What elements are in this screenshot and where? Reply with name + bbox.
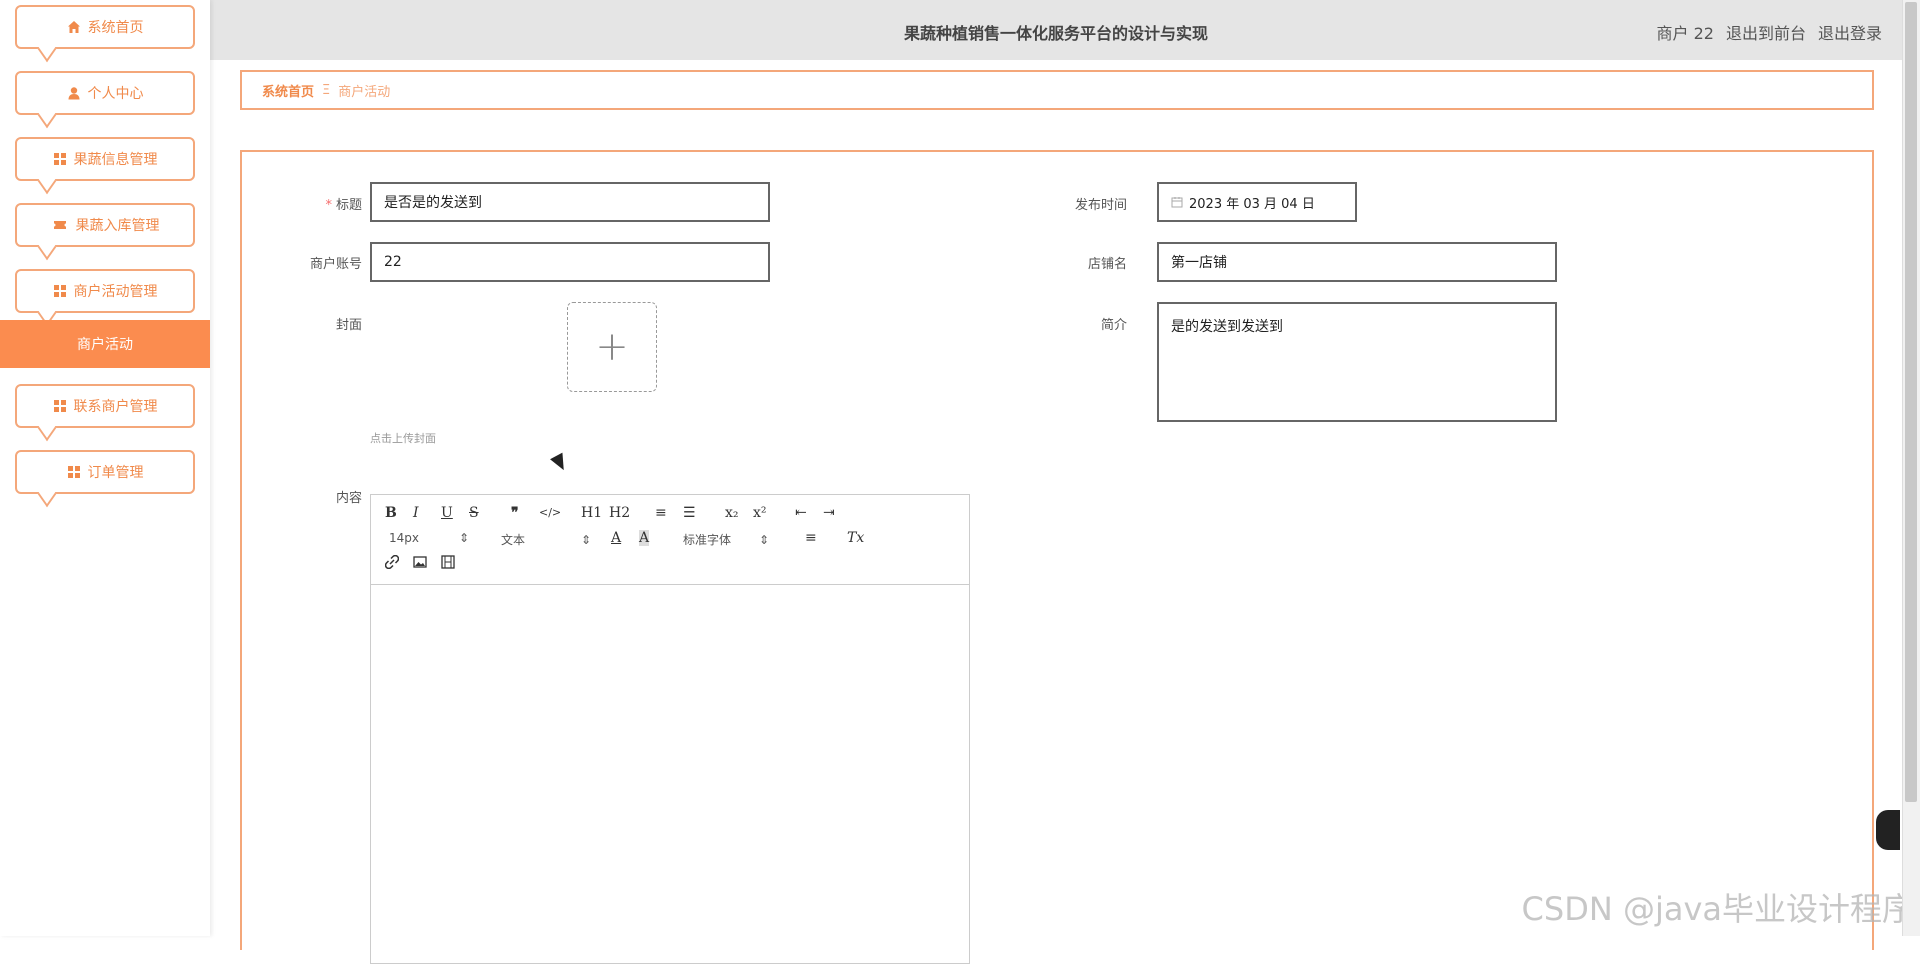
- font-family-select[interactable]: 标准字体⇕: [683, 531, 769, 548]
- submenu-item-activity[interactable]: 商户活动: [0, 320, 210, 368]
- sidebar: 系统首页 个人中心 果蔬信息管理 果蔬入库管理 商户活动管理 商户活动 联系商户…: [0, 0, 210, 936]
- title-input[interactable]: 是否是的发送到: [370, 182, 770, 222]
- floating-widget[interactable]: [1876, 810, 1900, 850]
- image-icon[interactable]: [413, 555, 427, 569]
- h1-button[interactable]: H1: [581, 505, 602, 521]
- grid-icon: [53, 284, 67, 298]
- shop-value: 第一店铺: [1171, 252, 1227, 272]
- grid-icon: [67, 465, 81, 479]
- menu-item-produce-info[interactable]: 果蔬信息管理: [15, 137, 195, 181]
- outdent-button[interactable]: ⇤: [795, 505, 807, 521]
- header-actions: 商户 22 退出到前台 退出登录: [1657, 20, 1882, 44]
- background-color-button[interactable]: A: [639, 530, 649, 546]
- cover-label: 封面: [242, 314, 362, 333]
- page-scrollbar[interactable]: [1902, 0, 1920, 936]
- clear-format-button[interactable]: Tx: [847, 530, 864, 546]
- breadcrumb-current: 商户活动: [338, 81, 390, 100]
- blockquote-button[interactable]: ❞: [511, 505, 519, 521]
- cover-hint: 点击上传封面: [370, 430, 436, 446]
- scroll-thumb[interactable]: [1905, 2, 1917, 802]
- subscript-button[interactable]: x₂: [725, 505, 739, 521]
- intro-value: 是的发送到发送到: [1171, 319, 1283, 335]
- superscript-button[interactable]: x²: [753, 505, 767, 521]
- logout-link[interactable]: 退出登录: [1818, 20, 1882, 44]
- breadcrumb: 系统首页 Ξ 商户活动: [240, 70, 1874, 110]
- video-icon[interactable]: [441, 555, 455, 569]
- title-label: *标题: [242, 194, 362, 213]
- font-color-button[interactable]: A: [611, 530, 621, 546]
- menu-item-profile[interactable]: 个人中心: [15, 71, 195, 115]
- menu-label: 联系商户管理: [74, 396, 158, 416]
- current-user: 商户 22: [1657, 20, 1714, 44]
- submenu-label: 商户活动: [77, 334, 133, 354]
- strike-button[interactable]: S: [469, 505, 479, 521]
- breadcrumb-separator: Ξ: [322, 83, 330, 98]
- editor-content-area[interactable]: [371, 585, 969, 963]
- rich-text-editor: B I U S ❞ </> H1 H2 ≡ ☰ x₂ x² ⇤ ⇥ 14px⇕ …: [370, 494, 970, 964]
- italic-button[interactable]: I: [413, 505, 419, 521]
- editor-toolbar: B I U S ❞ </> H1 H2 ≡ ☰ x₂ x² ⇤ ⇥ 14px⇕ …: [371, 495, 969, 585]
- app-title: 果蔬种植销售一体化服务平台的设计与实现: [210, 20, 1902, 44]
- shop-label: 店铺名: [1007, 253, 1127, 272]
- h2-button[interactable]: H2: [609, 505, 630, 521]
- paragraph-select[interactable]: 文本⇕: [501, 531, 591, 548]
- top-header: 果蔬种植销售一体化服务平台的设计与实现 商户 22 退出到前台 退出登录: [210, 0, 1902, 60]
- menu-label: 果蔬入库管理: [76, 215, 160, 235]
- publish-time-label: 发布时间: [1007, 194, 1127, 213]
- home-icon: [67, 20, 81, 34]
- menu-item-activity-manage[interactable]: 商户活动管理: [15, 269, 195, 313]
- ticket-icon: [51, 218, 69, 232]
- account-input[interactable]: 22: [370, 242, 770, 282]
- plus-icon: +: [595, 327, 629, 367]
- underline-button[interactable]: U: [441, 505, 453, 521]
- code-button[interactable]: </>: [539, 506, 561, 519]
- link-icon[interactable]: [385, 555, 399, 569]
- bold-button[interactable]: B: [385, 505, 397, 521]
- form-card: *标题 是否是的发送到 发布时间 2023 年 03 月 04 日 商户账号 2…: [240, 150, 1874, 950]
- user-icon: [67, 86, 81, 100]
- publish-time-value: 2023 年 03 月 04 日: [1189, 193, 1315, 212]
- cover-upload-button[interactable]: +: [567, 302, 657, 392]
- menu-label: 商户活动管理: [74, 281, 158, 301]
- account-label: 商户账号: [242, 253, 362, 272]
- menu-label: 订单管理: [88, 462, 144, 482]
- bullet-list-button[interactable]: ☰: [683, 505, 696, 521]
- menu-label: 个人中心: [88, 83, 144, 103]
- breadcrumb-home[interactable]: 系统首页: [262, 81, 314, 100]
- shop-input[interactable]: 第一店铺: [1157, 242, 1557, 282]
- intro-label: 简介: [1007, 314, 1127, 333]
- watermark: CSDN @java毕业设计程序: [1522, 884, 1914, 930]
- intro-textarea[interactable]: 是的发送到发送到: [1157, 302, 1557, 422]
- account-value: 22: [384, 254, 402, 270]
- indent-button[interactable]: ⇥: [823, 505, 835, 521]
- menu-item-stock-in[interactable]: 果蔬入库管理: [15, 203, 195, 247]
- publish-time-input[interactable]: 2023 年 03 月 04 日: [1157, 182, 1357, 222]
- required-mark: *: [325, 198, 332, 213]
- grid-icon: [53, 399, 67, 413]
- menu-item-contact[interactable]: 联系商户管理: [15, 384, 195, 428]
- title-value: 是否是的发送到: [384, 192, 482, 212]
- menu-label: 系统首页: [88, 17, 144, 37]
- font-size-select[interactable]: 14px⇕: [389, 531, 469, 545]
- menu-label: 果蔬信息管理: [74, 149, 158, 169]
- menu-item-orders[interactable]: 订单管理: [15, 450, 195, 494]
- align-button[interactable]: ≡: [805, 530, 817, 546]
- back-to-front-link[interactable]: 退出到前台: [1726, 20, 1806, 44]
- ordered-list-button[interactable]: ≡: [655, 505, 667, 521]
- content-label: 内容: [242, 487, 362, 506]
- menu-item-home[interactable]: 系统首页: [15, 5, 195, 49]
- calendar-icon: [1171, 196, 1183, 208]
- grid-icon: [53, 152, 67, 166]
